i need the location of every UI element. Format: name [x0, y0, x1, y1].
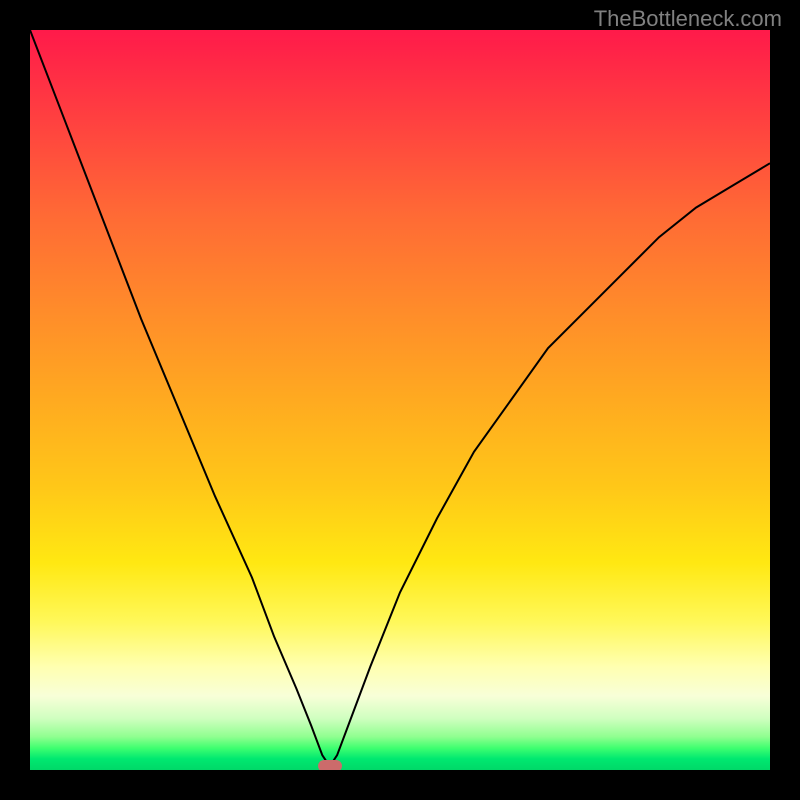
optimal-point-marker [318, 760, 342, 770]
bottleneck-curve-path [30, 30, 770, 766]
chart-svg [30, 30, 770, 770]
watermark-text: TheBottleneck.com [594, 6, 782, 32]
chart-plot-area [30, 30, 770, 770]
